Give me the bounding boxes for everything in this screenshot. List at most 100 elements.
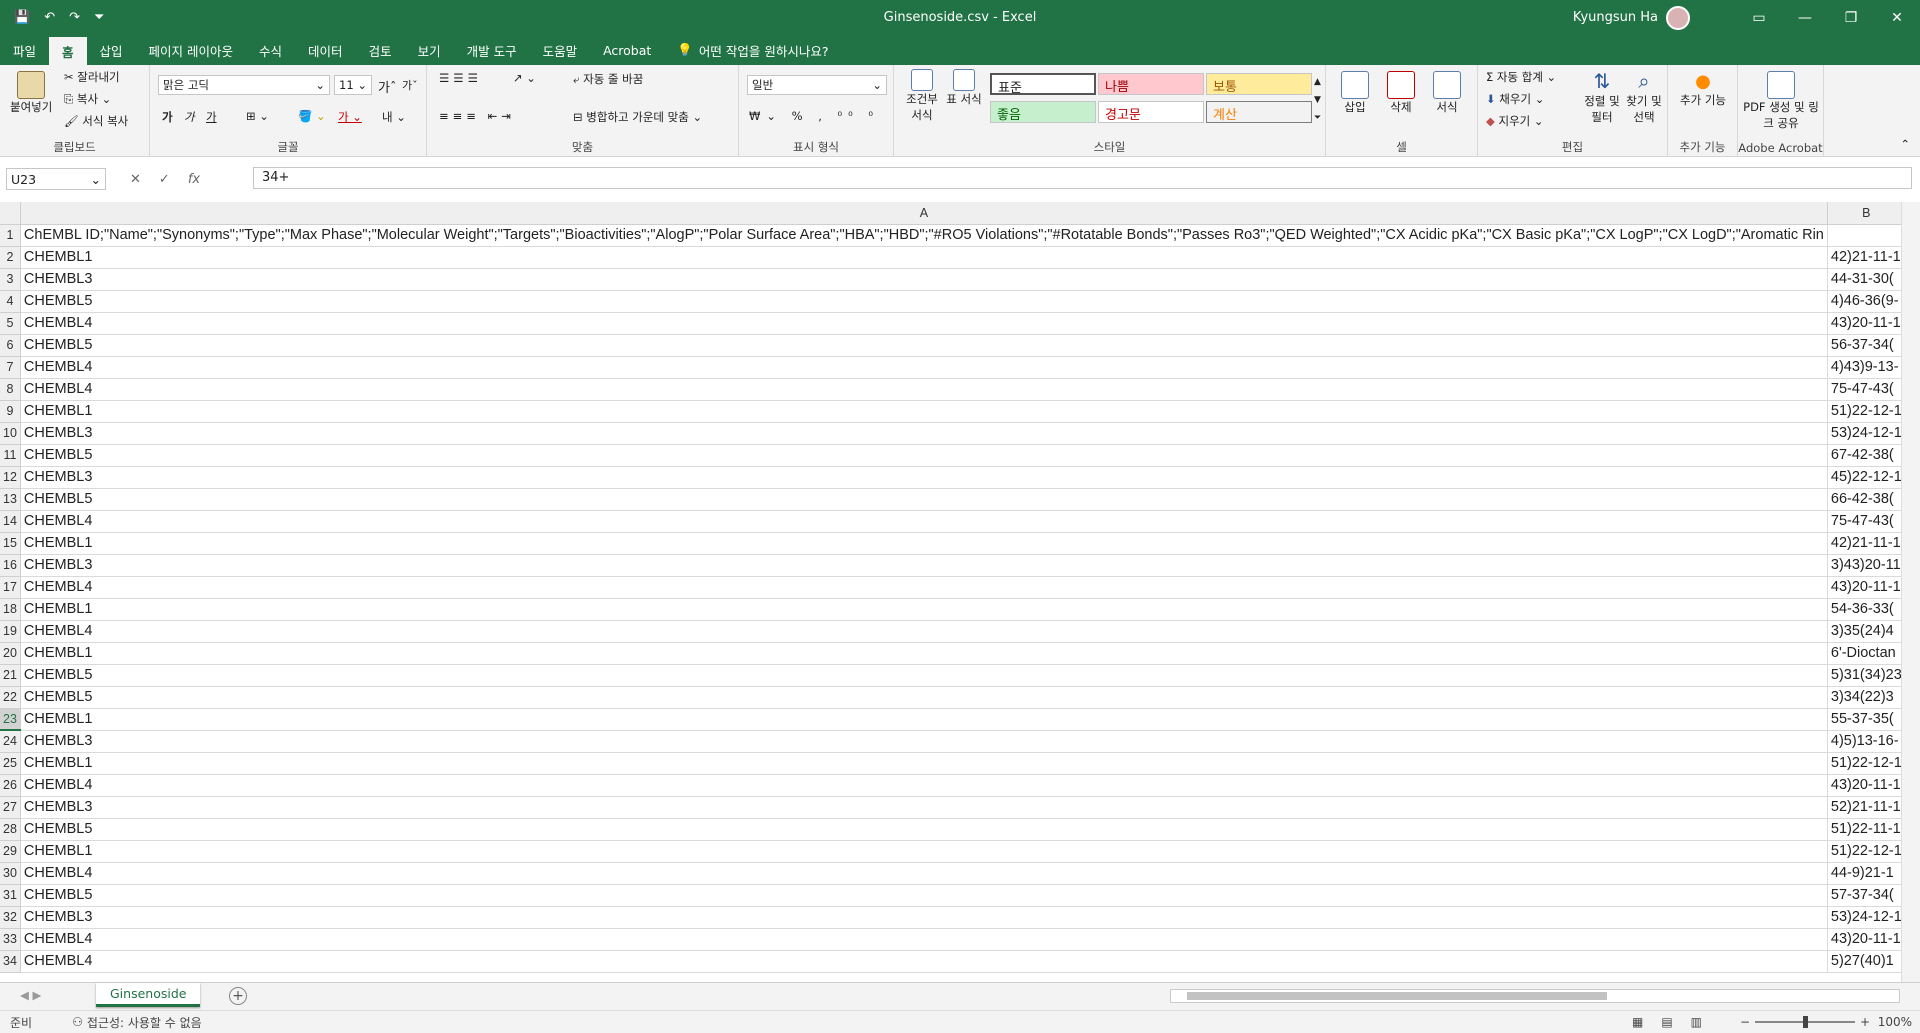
row-header[interactable]: 27	[0, 796, 21, 819]
row-header[interactable]: 31	[0, 884, 21, 907]
tab-formulas[interactable]: 수식	[246, 35, 295, 65]
row-header[interactable]: 8	[0, 378, 21, 401]
clear-button[interactable]: ◆ 지우기 ⌄	[1486, 113, 1544, 129]
horizontal-scrollbar[interactable]	[1170, 989, 1900, 1003]
insert-cells-button[interactable]: 삽입	[1336, 71, 1374, 115]
row-header[interactable]: 9	[0, 400, 21, 423]
delete-cells-button[interactable]: 삭제	[1382, 71, 1420, 115]
cell[interactable]: 3)34(22)3	[1827, 686, 1901, 709]
cancel-icon[interactable]: ✕	[130, 172, 141, 187]
copy-button[interactable]: ⎘ 복사 ⌄	[64, 91, 111, 107]
cell[interactable]: CHEMBL3	[20, 906, 1828, 929]
cell[interactable]: CHEMBL1	[20, 598, 1828, 621]
style-bad[interactable]: 나쁨	[1098, 73, 1204, 95]
cell[interactable]: 3)43)20-11	[1827, 554, 1901, 577]
customize-qa-icon[interactable]: ⏷	[94, 10, 104, 25]
cell[interactable]	[1827, 224, 1901, 247]
paste-button[interactable]: 붙여넣기	[10, 71, 52, 115]
cell[interactable]: 51)22-12-1	[1827, 840, 1901, 863]
tab-developer[interactable]: 개발 도구	[454, 35, 530, 65]
row-header[interactable]: 23	[0, 708, 21, 731]
tab-acrobat[interactable]: Acrobat	[590, 35, 664, 65]
accessibility-status[interactable]: 접근성: 사용할 수 없음	[87, 1014, 202, 1031]
cell[interactable]: CHEMBL5	[20, 884, 1828, 907]
row-header[interactable]: 29	[0, 840, 21, 863]
row-header[interactable]: 18	[0, 598, 21, 621]
sheet-tab-ginsenoside[interactable]: Ginsenoside	[96, 983, 201, 1007]
number-format-combo[interactable]: 일반 ⌄	[747, 75, 887, 95]
cell[interactable]: CHEMBL5	[20, 818, 1828, 841]
row-header[interactable]: 17	[0, 576, 21, 599]
font-color-icon[interactable]: 가 ⌄	[338, 109, 362, 125]
font-size-combo[interactable]: 11 ⌄	[334, 75, 372, 95]
font-name-combo[interactable]: 맑은 고딕 ⌄	[158, 75, 330, 95]
cell[interactable]: 75-47-43(	[1827, 378, 1901, 401]
cell[interactable]: CHEMBL1	[20, 400, 1828, 423]
row-header[interactable]: 10	[0, 422, 21, 445]
wrap-text-button[interactable]: ⤶ 자동 줄 바꿈	[573, 71, 643, 87]
cell[interactable]: CHEMBL3	[20, 422, 1828, 445]
cell[interactable]: 3)35(24)4	[1827, 620, 1901, 643]
cell[interactable]: 43)20-11-1	[1827, 774, 1901, 797]
cell[interactable]: 67-42-38(	[1827, 444, 1901, 467]
row-header[interactable]: 19	[0, 620, 21, 643]
style-normal[interactable]: 표준	[990, 73, 1096, 96]
tab-insert[interactable]: 삽입	[87, 35, 136, 65]
name-box[interactable]: U23 ⌄	[6, 168, 106, 190]
cell[interactable]: CHEMBL3	[20, 466, 1828, 489]
cell[interactable]: 4)43)9-13-	[1827, 356, 1901, 379]
bold-button[interactable]: 가	[162, 109, 173, 125]
row-header[interactable]: 6	[0, 334, 21, 357]
cell[interactable]: 66-42-38(	[1827, 488, 1901, 511]
cell[interactable]: ChEMBL ID;"Name";"Synonyms";"Type";"Max …	[20, 224, 1828, 247]
cell[interactable]: 5)31(34)23	[1827, 664, 1901, 687]
cut-button[interactable]: ✂ 잘라내기	[64, 69, 120, 85]
avatar[interactable]	[1666, 5, 1690, 30]
tab-file[interactable]: 파일	[0, 35, 49, 65]
row-header[interactable]: 21	[0, 664, 21, 687]
zoom-out-button[interactable]: −	[1740, 1015, 1750, 1029]
cell[interactable]: CHEMBL3	[20, 796, 1828, 819]
row-header[interactable]: 3	[0, 268, 21, 291]
view-mode-icons[interactable]: ▦▤▥	[1632, 1015, 1720, 1029]
sheet-nav-icons[interactable]: ◀ ▶	[20, 988, 41, 1002]
cell[interactable]: 5)27(40)1	[1827, 950, 1901, 973]
cell[interactable]: CHEMBL5	[20, 488, 1828, 511]
phonetic-icon[interactable]: 내 ⌄	[382, 109, 406, 125]
enter-icon[interactable]: ✓	[159, 172, 170, 187]
cell[interactable]: CHEMBL5	[20, 334, 1828, 357]
cell[interactable]: 52)21-11-1	[1827, 796, 1901, 819]
cell[interactable]: 43)20-11-1	[1827, 312, 1901, 335]
cell[interactable]: CHEMBL1	[20, 708, 1828, 731]
scroll-thumb[interactable]	[1187, 992, 1607, 1000]
cell[interactable]: 42)21-11-1	[1827, 532, 1901, 555]
cell[interactable]: 55-37-35(	[1827, 708, 1901, 731]
column-header-b[interactable]: B	[1827, 202, 1901, 225]
tab-review[interactable]: 검토	[356, 35, 405, 65]
cell[interactable]: CHEMBL3	[20, 730, 1828, 753]
cell[interactable]: CHEMBL1	[20, 840, 1828, 863]
cell[interactable]: 53)24-12-1	[1827, 422, 1901, 445]
tab-page-layout[interactable]: 페이지 레이아웃	[136, 35, 246, 65]
collapse-ribbon-icon[interactable]: ⌃	[1900, 137, 1910, 151]
cell[interactable]: 4)46-36(9-	[1827, 290, 1901, 313]
tab-data[interactable]: 데이터	[295, 35, 356, 65]
cell[interactable]: CHEMBL1	[20, 642, 1828, 665]
cell[interactable]: CHEMBL1	[20, 532, 1828, 555]
insert-function-icon[interactable]: fx	[188, 172, 200, 187]
cell[interactable]: CHEMBL1	[20, 752, 1828, 775]
cell[interactable]: 51)22-12-1	[1827, 752, 1901, 775]
cell[interactable]: 42)21-11-1	[1827, 246, 1901, 269]
cell[interactable]: CHEMBL3	[20, 268, 1828, 291]
number-format-icons[interactable]: ₩⌄ % , ⁰⁰ ⁰	[749, 109, 879, 123]
row-header[interactable]: 2	[0, 246, 21, 269]
row-header[interactable]: 33	[0, 928, 21, 951]
add-sheet-button[interactable]: +	[229, 987, 247, 1005]
cell[interactable]: CHEMBL5	[20, 444, 1828, 467]
vertical-scrollbar[interactable]	[1901, 202, 1920, 982]
cell[interactable]: CHEMBL4	[20, 378, 1828, 401]
row-header[interactable]: 13	[0, 488, 21, 511]
cell[interactable]: CHEMBL4	[20, 774, 1828, 797]
italic-button[interactable]: 가	[184, 109, 195, 125]
style-calculation[interactable]: 계산	[1206, 101, 1312, 123]
